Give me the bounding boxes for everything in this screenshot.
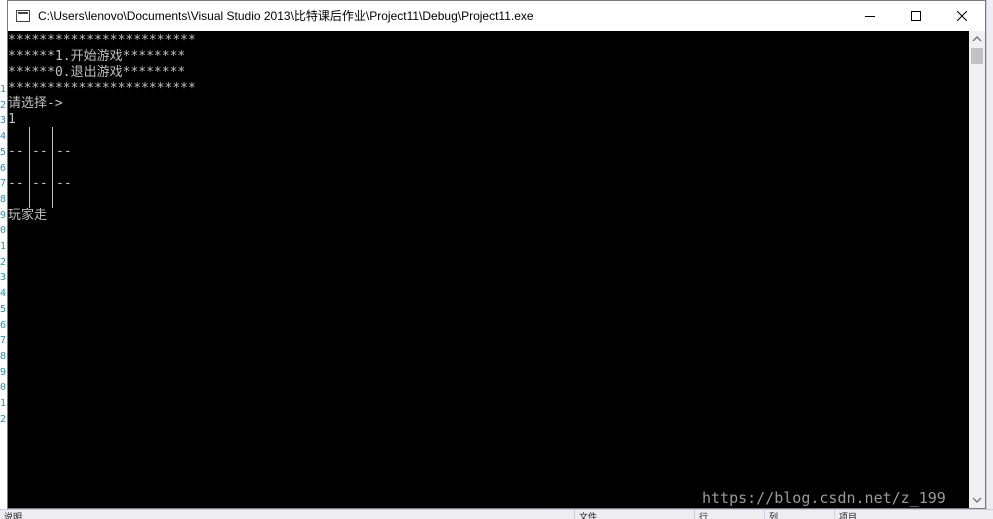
- console-output[interactable]: ************************ ******1.开始游戏***…: [8, 31, 969, 508]
- window-title: C:\Users\lenovo\Documents\Visual Studio …: [38, 9, 534, 23]
- console-line-border-top: ************************: [8, 33, 196, 48]
- chevron-down-icon: [972, 497, 982, 503]
- board-separator: --: [8, 144, 24, 159]
- board-separator: --: [56, 144, 72, 159]
- background-status-bar: 说明 文件 行 列 项目: [0, 509, 993, 519]
- status-cell-column: 列: [764, 510, 778, 519]
- status-cell-description: 说明: [4, 512, 23, 519]
- maximize-button[interactable]: [893, 1, 939, 31]
- screen: 1234567890123456789012 说明 文件 行 列 项目 C:\U…: [0, 0, 993, 519]
- background-right-panel: [986, 0, 993, 519]
- minimize-button[interactable]: [847, 1, 893, 31]
- console-line-status: 玩家走: [8, 208, 48, 223]
- scroll-up-button[interactable]: [969, 31, 985, 47]
- scroll-thumb[interactable]: [971, 48, 983, 64]
- console-line-menu-exit: ******0.退出游戏********: [8, 65, 186, 80]
- chevron-up-icon: [972, 36, 982, 42]
- watermark: https://blog.csdn.net/z_199: [702, 489, 946, 507]
- status-cell-line: 行: [694, 510, 708, 519]
- board-vertical-line: [29, 127, 30, 208]
- console-scrollbar[interactable]: [969, 31, 985, 508]
- console-line-prompt: 请选择->: [8, 96, 63, 111]
- title-bar[interactable]: C:\Users\lenovo\Documents\Visual Studio …: [8, 1, 985, 31]
- board-separator: --: [56, 176, 72, 191]
- board-separator: --: [32, 176, 48, 191]
- minimize-icon: [865, 16, 875, 17]
- console-window: C:\Users\lenovo\Documents\Visual Studio …: [7, 0, 986, 509]
- console-line-menu-start: ******1.开始游戏********: [8, 49, 186, 64]
- status-cell-project: 项目: [834, 510, 857, 519]
- board-separator: --: [32, 144, 48, 159]
- maximize-icon: [911, 11, 921, 21]
- scroll-down-button[interactable]: [969, 492, 985, 508]
- board-separator: --: [8, 176, 24, 191]
- close-icon: [957, 11, 967, 21]
- close-button[interactable]: [939, 1, 985, 31]
- console-line-input: 1: [8, 112, 16, 127]
- console-app-icon[interactable]: [16, 10, 30, 22]
- board-vertical-line: [52, 127, 53, 208]
- status-cell-file: 文件: [574, 510, 597, 519]
- console-line-border-bottom: ************************: [8, 81, 196, 96]
